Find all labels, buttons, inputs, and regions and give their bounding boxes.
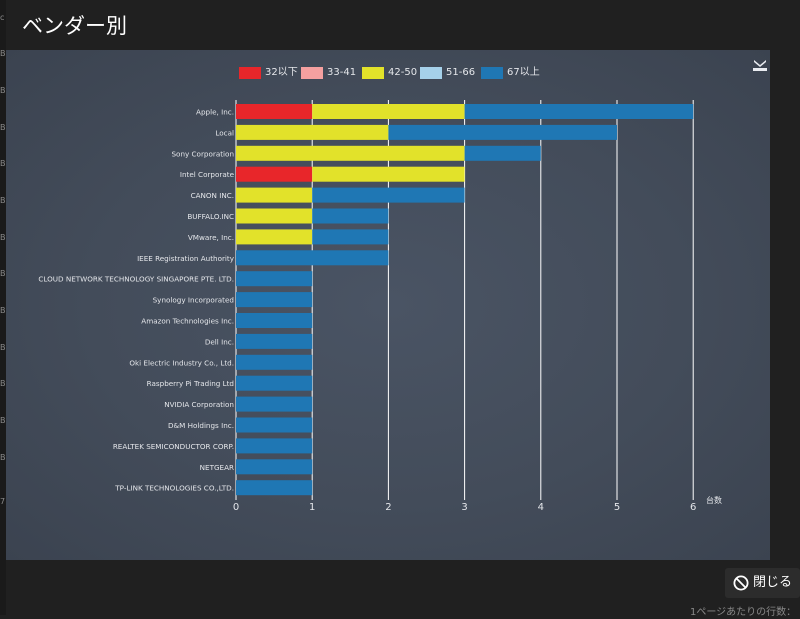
- category-label: REALTEK SEMICONDUCTOR CORP.: [113, 442, 234, 451]
- bar-chart: Apple, Inc. Local Sony Corporation Intel Co…: [38, 100, 722, 513]
- category-label: IEEE Registration Authority: [137, 254, 235, 263]
- chart-panel: 32以下 33-41 42-50 51-66 67以上 Apple, Inc. Local…: [6, 50, 770, 560]
- close-label: 閉じる: [753, 575, 793, 590]
- x-tick-label: 4: [538, 502, 544, 513]
- modal-title: ベンダー別: [22, 14, 127, 38]
- bar-segment: [312, 187, 465, 203]
- category-label: VMware, Inc.: [188, 233, 234, 242]
- category-label: NVIDIA Corporation: [164, 400, 234, 409]
- bar-segment: [464, 145, 541, 161]
- bar-segment: [236, 354, 313, 370]
- x-tick-label: 3: [461, 502, 467, 513]
- close-button[interactable]: 閉じる: [725, 568, 800, 598]
- bar-segment: [236, 459, 313, 475]
- category-label: Synology Incorporated: [153, 296, 234, 305]
- category-label: D&M Holdings Inc.: [168, 421, 234, 430]
- x-tick-label: 6: [690, 502, 696, 513]
- category-label: Raspberry Pi Trading Ltd: [147, 379, 234, 388]
- bar-segment: [236, 333, 313, 349]
- bar-segment: [312, 229, 389, 245]
- bar-segment: [236, 208, 313, 224]
- paging-text: 1ページあたりの行数：: [690, 607, 797, 618]
- bar-segment: [236, 438, 313, 454]
- bar-segment: [236, 292, 313, 308]
- category-label: Amazon Technologies Inc.: [141, 317, 234, 326]
- category-label: Oki Electric Industry Co., Ltd.: [129, 358, 234, 367]
- bar-segment: [388, 124, 617, 140]
- bar-segment: [236, 229, 313, 245]
- category-label: Local: [215, 128, 234, 137]
- category-label: Apple, Inc.: [196, 108, 234, 117]
- bar-segment: [312, 104, 465, 119]
- x-tick-label: 2: [385, 502, 391, 513]
- bar-segment: [236, 396, 313, 412]
- category-label: BUFFALO.INC: [187, 212, 234, 221]
- x-tick-label: 0: [233, 502, 239, 513]
- bar-segment: [312, 166, 465, 182]
- prohibited-icon: [733, 575, 749, 591]
- bar-segment: [236, 166, 313, 182]
- category-label: Intel Corporate: [180, 170, 235, 179]
- x-tick-label: 1: [309, 502, 315, 513]
- bar-segment: [312, 208, 389, 224]
- bar-segment: [236, 187, 313, 203]
- category-label: NETGEAR: [200, 463, 234, 472]
- bar-segment: [236, 145, 465, 161]
- bar-segment: [236, 480, 313, 496]
- modal-footer: [6, 560, 800, 615]
- x-tick-label: 5: [614, 502, 620, 513]
- bar-segment: [236, 124, 389, 140]
- bar-segment: [236, 417, 313, 433]
- bar-segment: [236, 250, 389, 266]
- bar-segment: [236, 375, 313, 391]
- category-label: Sony Corporation: [171, 149, 234, 158]
- bar-segment: [236, 271, 313, 287]
- bar-segment: [236, 313, 313, 328]
- bar-segment: [236, 104, 313, 119]
- category-label: CANON INC.: [191, 191, 234, 200]
- category-label: Dell Inc.: [205, 337, 234, 346]
- bar-segment: [464, 104, 694, 119]
- x-axis-label: 台数: [706, 495, 722, 505]
- category-label: TP-LINK TECHNOLOGIES CO.,LTD.: [114, 484, 234, 493]
- category-label: CLOUD NETWORK TECHNOLOGY SINGAPORE PTE. …: [38, 275, 234, 284]
